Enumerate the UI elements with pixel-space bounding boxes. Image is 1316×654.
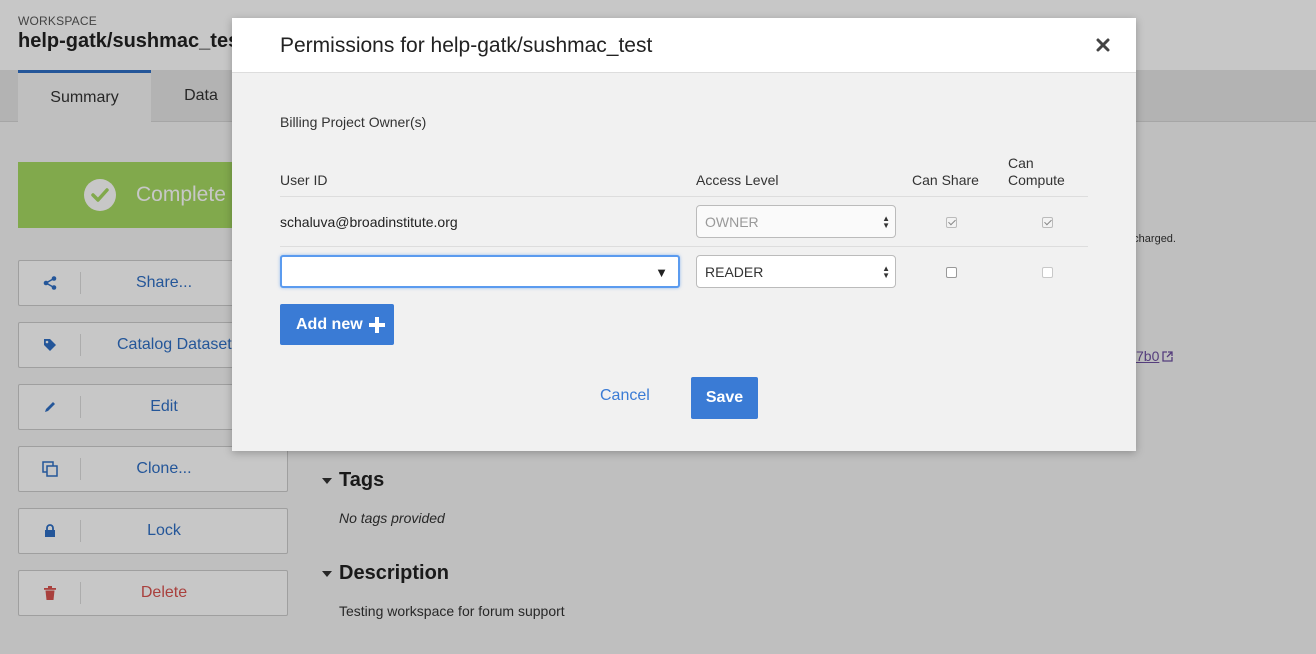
cancel-button[interactable]: Cancel bbox=[600, 387, 650, 405]
add-new-label: Add new bbox=[296, 315, 363, 333]
add-new-button[interactable]: Add new bbox=[280, 304, 394, 345]
header-divider bbox=[280, 196, 1088, 197]
user-id-combobox[interactable]: ▼ bbox=[280, 255, 680, 288]
dropdown-arrow-icon[interactable]: ▼ bbox=[655, 265, 668, 280]
billing-owners-label: Billing Project Owner(s) bbox=[280, 114, 427, 130]
column-can-compute: Can Compute bbox=[1008, 155, 1065, 189]
select-arrows-icon: ▲ ▼ bbox=[882, 264, 890, 280]
column-user-id: User ID bbox=[280, 172, 328, 188]
owner-user-id: schaluva@broadinstitute.org bbox=[280, 214, 458, 230]
column-can-compute-line1: Can bbox=[1008, 155, 1034, 171]
column-can-compute-line2: Compute bbox=[1008, 172, 1065, 188]
new-access-value: READER bbox=[705, 263, 764, 280]
new-can-compute-checkbox[interactable] bbox=[1042, 267, 1053, 278]
plus-icon bbox=[369, 317, 385, 333]
owner-access-value: OWNER bbox=[705, 213, 759, 230]
modal-header: Permissions for help-gatk/sushmac_test bbox=[232, 18, 1136, 73]
close-icon[interactable] bbox=[1096, 38, 1112, 54]
row-divider bbox=[280, 246, 1088, 247]
save-button[interactable]: Save bbox=[691, 377, 758, 419]
column-can-share: Can Share bbox=[912, 172, 979, 188]
modal-title: Permissions for help-gatk/sushmac_test bbox=[280, 34, 653, 57]
new-access-select[interactable]: READER ▲ ▼ bbox=[696, 255, 896, 288]
owner-can-compute-checkbox bbox=[1042, 217, 1053, 228]
permissions-modal: Permissions for help-gatk/sushmac_test B… bbox=[232, 18, 1136, 451]
new-can-share-checkbox[interactable] bbox=[946, 267, 957, 278]
owner-can-share-checkbox bbox=[946, 217, 957, 228]
owner-access-select: OWNER ▲ ▼ bbox=[696, 205, 896, 238]
select-arrows-icon: ▲ ▼ bbox=[882, 214, 890, 230]
column-access-level: Access Level bbox=[696, 172, 779, 188]
